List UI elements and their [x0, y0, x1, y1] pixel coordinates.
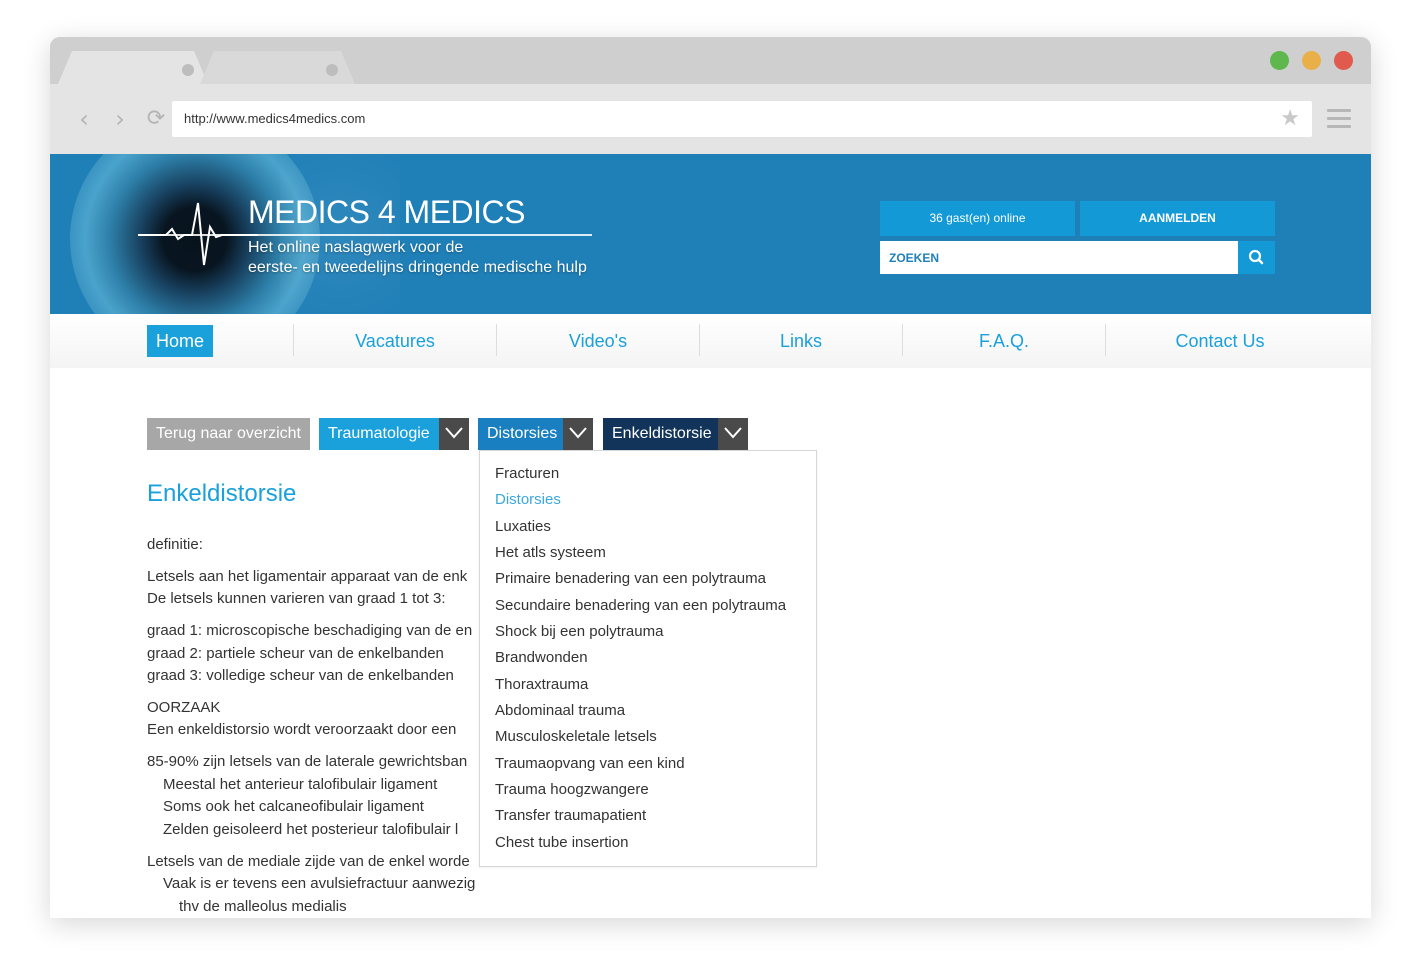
search-button[interactable] [1238, 241, 1275, 274]
address-bar[interactable]: http://www.medics4medics.com ★ [172, 101, 1312, 137]
browser-tab-active[interactable] [58, 51, 208, 84]
paragraph-line: Een enkeldistorsio wordt veroorzaakt doo… [147, 721, 457, 738]
tab-bar [50, 37, 1371, 84]
dropdown-option-musculoskeletale[interactable]: Musculoskeletale letsels [495, 728, 657, 745]
article-title: Enkeldistorsie [147, 480, 297, 507]
browser-nav-buttons: ‹ › ⟳ [72, 107, 168, 132]
grade-line: graad 2: partiele scheur van de enkelban… [147, 645, 444, 662]
nav-contact[interactable]: Contact Us [1106, 314, 1334, 368]
dropdown-option-traumaopvang[interactable]: Traumaopvang van een kind [495, 755, 685, 772]
forward-icon[interactable]: › [108, 107, 132, 131]
dropdown-option-secundaire[interactable]: Secundaire benadering van een polytrauma [495, 597, 786, 614]
dropdown-option-luxaties[interactable]: Luxaties [495, 518, 551, 535]
breadcrumb-traumatologie[interactable]: Traumatologie [319, 418, 469, 450]
dropdown-option-fracturen[interactable]: Fracturen [495, 465, 559, 482]
browser-chrome: ‹ › ⟳ http://www.medics4medics.com ★ [50, 37, 1371, 154]
search-input[interactable]: ZOEKEN [880, 241, 1238, 274]
grade-line: graad 1: microscopische beschadiging van… [147, 622, 473, 639]
dropdown-option-distorsies[interactable]: Distorsies [495, 491, 561, 508]
paragraph-line: 85-90% zijn letsels van de laterale gewr… [147, 753, 468, 770]
dropdown-option-hoogzwangere[interactable]: Trauma hoogzwangere [495, 781, 649, 798]
maximize-icon[interactable] [1270, 51, 1289, 70]
guests-online-button[interactable]: 36 gast(en) online [880, 201, 1075, 236]
list-item: Zelden geisoleerd het posterieur talofib… [163, 821, 459, 838]
back-to-overview-button[interactable]: Terug naar overzicht [147, 418, 310, 450]
paragraph-line: Letsels van de mediale zijde van de enke… [147, 853, 470, 870]
site-header: MEDICS 4 MEDICS Het online naslagwerk vo… [50, 154, 1371, 314]
chevron-down-icon[interactable] [718, 418, 748, 450]
search-icon [1248, 249, 1264, 265]
dropdown-option-abdominaal[interactable]: Abdominaal trauma [495, 702, 625, 719]
tagline-line-1: Het online naslagwerk voor de [248, 239, 464, 256]
list-item: Soms ook het calcaneofibulair ligament [163, 798, 424, 815]
dropdown-option-transfer[interactable]: Transfer traumapatient [495, 807, 646, 824]
bookmark-star-icon[interactable]: ★ [1280, 106, 1300, 131]
logo-title[interactable]: MEDICS 4 MEDICS [248, 194, 525, 231]
nav-vacatures[interactable]: Vacatures [294, 314, 496, 368]
nav-faq[interactable]: F.A.Q. [903, 314, 1105, 368]
list-item: Vaak is er tevens een avulsiefractuur aa… [163, 875, 476, 892]
nav-videos[interactable]: Video's [497, 314, 699, 368]
dropdown-option-thoraxtrauma[interactable]: Thoraxtrauma [495, 676, 588, 693]
distorsies-dropdown-menu: Fracturen Distorsies Luxaties Het atls s… [479, 450, 817, 867]
reload-icon[interactable]: ⟳ [144, 107, 168, 131]
tab-close-icon[interactable] [182, 64, 194, 76]
dropdown-option-chest-tube[interactable]: Chest tube insertion [495, 834, 628, 851]
nav-links[interactable]: Links [700, 314, 902, 368]
nav-home[interactable]: Home [147, 325, 214, 357]
breadcrumb-label: Enkeldistorsie [612, 425, 712, 442]
breadcrumb-distorsies[interactable]: Distorsies [478, 418, 593, 450]
dropdown-option-shock[interactable]: Shock bij een polytrauma [495, 623, 663, 640]
list-item: thv de malleolus medialis [179, 898, 347, 915]
dropdown-option-atls[interactable]: Het atls systeem [495, 544, 606, 561]
oorzaak-label: OORZAAK [147, 699, 221, 716]
minimize-icon[interactable] [1302, 51, 1321, 70]
paragraph-line: De letsels kunnen varieren van graad 1 t… [147, 590, 446, 607]
tab-close-icon[interactable] [326, 64, 338, 76]
dropdown-option-brandwonden[interactable]: Brandwonden [495, 649, 588, 666]
main-nav: Home Vacatures Video's Links F.A.Q. Cont… [50, 314, 1371, 368]
url-text[interactable]: http://www.medics4medics.com [184, 111, 365, 126]
close-window-icon[interactable] [1334, 51, 1353, 70]
logo-underline [142, 234, 592, 236]
breadcrumb-label: Distorsies [487, 425, 558, 442]
dropdown-option-primaire[interactable]: Primaire benadering van een polytrauma [495, 570, 766, 587]
chevron-down-icon[interactable] [563, 418, 593, 450]
browser-tab[interactable] [200, 51, 355, 84]
browser-menu-icon[interactable] [1327, 109, 1351, 129]
chevron-down-icon[interactable] [439, 418, 469, 450]
window-controls [1270, 51, 1353, 70]
list-item: Meestal het anterieur talofibulair ligam… [163, 776, 438, 793]
tagline: Het online naslagwerk voor de eerste- en… [248, 238, 648, 278]
grade-line: graad 3: volledige scheur van de enkelba… [147, 667, 454, 684]
tagline-line-2: eerste- en tweedelijns dringende medisch… [248, 259, 587, 276]
back-icon[interactable]: ‹ [72, 107, 96, 131]
paragraph-line: Letsels aan het ligamentair apparaat van… [147, 568, 468, 585]
definitie-label: definitie: [147, 536, 203, 553]
browser-window: ‹ › ⟳ http://www.medics4medics.com ★ MED… [50, 37, 1371, 918]
search-placeholder: ZOEKEN [889, 251, 940, 265]
breadcrumb-label: Traumatologie [328, 425, 430, 442]
login-button[interactable]: AANMELDEN [1080, 201, 1275, 236]
breadcrumb-enkeldistorsie[interactable]: Enkeldistorsie [603, 418, 748, 450]
